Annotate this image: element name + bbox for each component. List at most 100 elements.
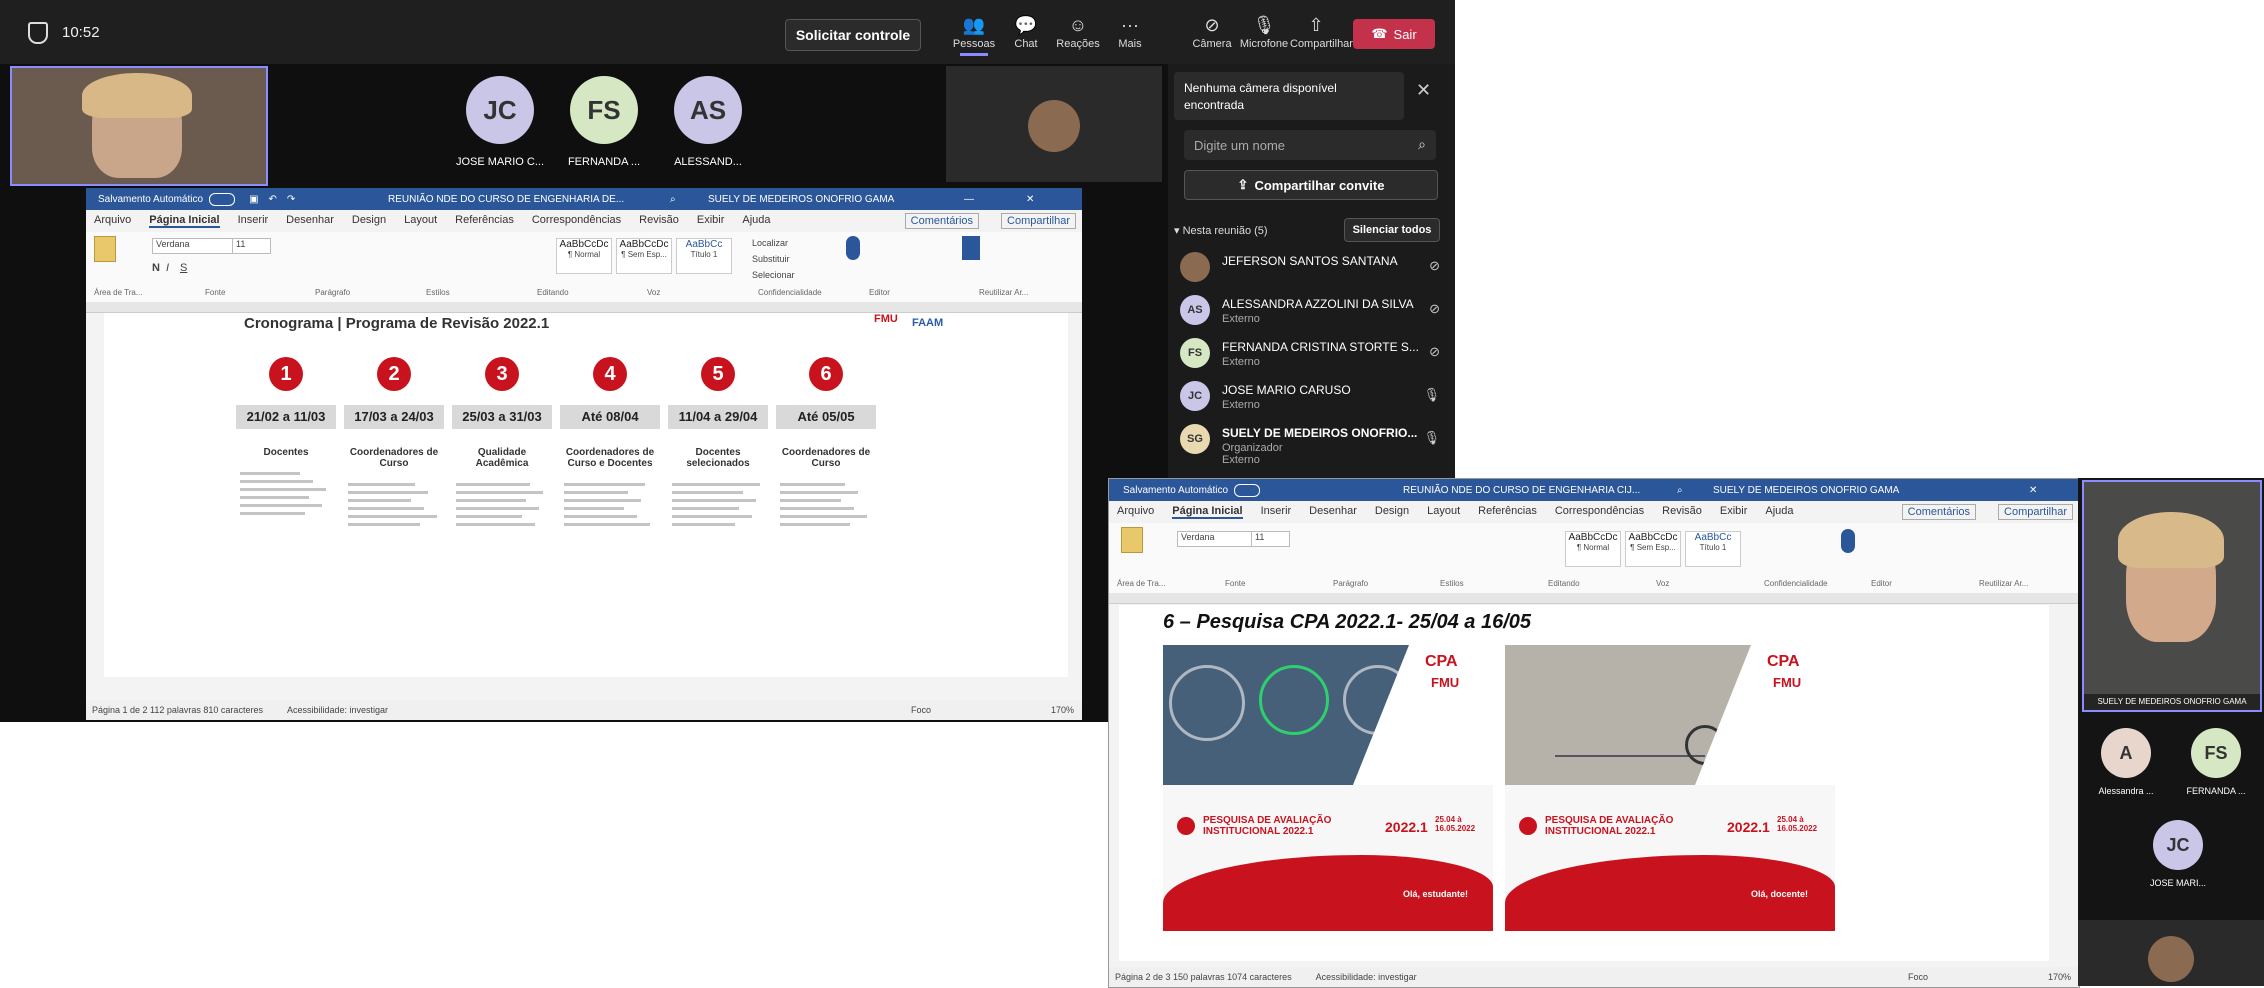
- paste-icon[interactable]: [1121, 527, 1143, 553]
- doc-title[interactable]: REUNIÃO NDE DO CURSO DE ENGENHARIA CIJ..…: [1403, 485, 1640, 496]
- menu-6[interactable]: Referências: [1478, 505, 1537, 519]
- menu-1[interactable]: Página Inicial: [149, 214, 220, 228]
- underline-button[interactable]: S: [180, 262, 187, 274]
- request-control-button[interactable]: Solicitar controle: [785, 19, 921, 51]
- toolbar-reações[interactable]: ☺ Reações: [1052, 12, 1104, 56]
- participant-tile[interactable]: JC JOSE MARIO C...: [450, 76, 550, 168]
- search-icon[interactable]: ⌕: [1677, 485, 1683, 496]
- menu-5[interactable]: Layout: [1427, 505, 1460, 519]
- document-page-1[interactable]: Cronograma | Programa de Revisão 2022.1 …: [104, 313, 1068, 677]
- accessibility-status[interactable]: Acessibilidade: investigar: [287, 705, 388, 715]
- zoom-level[interactable]: 170%: [2048, 972, 2071, 982]
- style-2[interactable]: AaBbCc Título 1: [676, 238, 732, 274]
- share-invite-button[interactable]: ⇪ Compartilhar convite: [1184, 170, 1438, 200]
- participant-tile[interactable]: FS FERNANDA ...: [554, 76, 654, 168]
- menu-8[interactable]: Revisão: [1662, 505, 1702, 519]
- menu-7[interactable]: Correspondências: [1555, 505, 1644, 519]
- in-meeting-header[interactable]: ▾ Nesta reunião (5): [1174, 224, 1268, 237]
- menu-2[interactable]: Inserir: [238, 214, 269, 228]
- menu-10[interactable]: Ajuda: [1765, 505, 1793, 519]
- timeline-step: 3 25/03 a 31/03 Qualidade Acadêmica: [452, 357, 552, 531]
- comments-button[interactable]: Comentários: [904, 213, 980, 229]
- participant-row[interactable]: JEFERSON SANTOS SANTANA ⊘: [1178, 250, 1448, 290]
- zoom-level[interactable]: 170%: [1051, 705, 1074, 715]
- participant-video-tile[interactable]: [946, 66, 1162, 182]
- italic-button[interactable]: I: [166, 262, 169, 274]
- gallery-participant[interactable]: FS FERNANDA ...: [2178, 728, 2254, 796]
- leave-button[interactable]: ☎ Sair: [1353, 19, 1435, 49]
- menu-1[interactable]: Página Inicial: [1172, 505, 1243, 519]
- menu-0[interactable]: Arquivo: [1117, 505, 1154, 519]
- menu-10[interactable]: Ajuda: [742, 214, 770, 228]
- menu-4[interactable]: Design: [352, 214, 386, 228]
- close-window-icon[interactable]: ✕: [2029, 485, 2037, 496]
- toolbar-compartilhar[interactable]: ⇧ Compartilhar: [1290, 12, 1353, 56]
- menu-8[interactable]: Revisão: [639, 214, 679, 228]
- dictate-icon[interactable]: [846, 236, 860, 260]
- font-size-select[interactable]: 11: [1251, 531, 1290, 547]
- fmu-logo: FMU: [1773, 675, 1802, 690]
- minimize-icon[interactable]: —: [964, 194, 974, 205]
- search-icon[interactable]: ⌕: [670, 194, 676, 205]
- focus-button[interactable]: Foco: [911, 705, 931, 715]
- menu-3[interactable]: Desenhar: [1309, 505, 1357, 519]
- toolbar-microfone[interactable]: 🎙 Microfone: [1238, 12, 1290, 56]
- autosave-toggle[interactable]: [1234, 483, 1261, 497]
- accessibility-status[interactable]: Acessibilidade: investigar: [1316, 972, 1417, 982]
- font-select[interactable]: Verdana: [152, 238, 233, 254]
- toolbar-chat[interactable]: 💬 Chat: [1000, 12, 1052, 56]
- menu-9[interactable]: Exibir: [697, 214, 725, 228]
- dictate-icon[interactable]: [1841, 529, 1855, 553]
- document-page-2[interactable]: 6 – Pesquisa CPA 2022.1- 25/04 a 16/05 C…: [1119, 605, 2049, 961]
- menu-2[interactable]: Inserir: [1261, 505, 1292, 519]
- toolbar-câmera[interactable]: ⊘ Câmera: [1186, 12, 1238, 56]
- presenter-video[interactable]: [10, 66, 268, 186]
- undo-icon[interactable]: ↶: [269, 194, 277, 205]
- toolbar-mais[interactable]: ··· Mais: [1104, 12, 1156, 56]
- gallery-participant[interactable]: A Alessandra ...: [2088, 728, 2164, 796]
- editing-0[interactable]: Localizar: [752, 238, 795, 254]
- style-0[interactable]: AaBbCcDc ¶ Normal: [1565, 531, 1621, 567]
- style-1[interactable]: AaBbCcDc ¶ Sem Esp...: [1625, 531, 1681, 567]
- step-details-placeholder: [452, 483, 552, 526]
- style-0[interactable]: AaBbCcDc ¶ Normal: [556, 238, 612, 274]
- close-icon[interactable]: ✕: [1416, 80, 1431, 101]
- menu-9[interactable]: Exibir: [1720, 505, 1748, 519]
- participant-row[interactable]: JC JOSE MARIO CARUSO Externo 🎙: [1178, 379, 1448, 419]
- comments-button[interactable]: Comentários: [1901, 504, 1977, 520]
- style-1[interactable]: AaBbCcDc ¶ Sem Esp...: [616, 238, 672, 274]
- menu-7[interactable]: Correspondências: [532, 214, 621, 228]
- bold-button[interactable]: N: [152, 262, 160, 274]
- editor-icon[interactable]: [962, 236, 980, 260]
- font-size-select[interactable]: 11: [232, 238, 271, 254]
- search-people-input[interactable]: Digite um nome ⌕: [1184, 130, 1436, 160]
- participant-row[interactable]: SG SUELY DE MEDEIROS ONOFRIO... Organizado…: [1178, 422, 1448, 466]
- menu-6[interactable]: Referências: [455, 214, 514, 228]
- paste-icon[interactable]: [94, 236, 116, 262]
- editing-1[interactable]: Substituir: [752, 254, 795, 270]
- editing-2[interactable]: Selecionar: [752, 270, 795, 286]
- share-button[interactable]: Compartilhar: [1998, 504, 2073, 520]
- share-button[interactable]: Compartilhar: [1001, 213, 1076, 229]
- menu-4[interactable]: Design: [1375, 505, 1409, 519]
- focus-button[interactable]: Foco: [1908, 972, 1928, 982]
- save-icon[interactable]: ▣: [249, 194, 258, 205]
- participant-video-tile[interactable]: [2078, 920, 2264, 986]
- timeline-steps: 1 21/02 a 11/03 Docentes 2 17/03 a 24/03 Coor…: [236, 357, 888, 657]
- mute-all-button[interactable]: Silenciar todos: [1344, 218, 1440, 242]
- participant-row[interactable]: FS FERNANDA CRISTINA STORTE S... Externo ⊘: [1178, 336, 1448, 376]
- font-select[interactable]: Verdana: [1177, 531, 1252, 547]
- self-video[interactable]: SUELY DE MEDEIROS ONOFRIO GAMA: [2082, 480, 2262, 712]
- close-window-icon[interactable]: ✕: [1026, 194, 1034, 205]
- doc-title[interactable]: REUNIÃO NDE DO CURSO DE ENGENHARIA DE...: [388, 194, 624, 205]
- participant-tile[interactable]: AS ALESSAND...: [658, 76, 758, 168]
- style-2[interactable]: AaBbCc Título 1: [1685, 531, 1741, 567]
- menu-5[interactable]: Layout: [404, 214, 437, 228]
- redo-icon[interactable]: ↷: [287, 194, 295, 205]
- autosave-toggle[interactable]: [209, 192, 236, 206]
- gallery-participant[interactable]: JC JOSE MARI...: [2140, 820, 2216, 888]
- menu-0[interactable]: Arquivo: [94, 214, 131, 228]
- participant-row[interactable]: AS ALESSANDRA AZZOLINI DA SILVA Externo ⊘: [1178, 293, 1448, 333]
- menu-3[interactable]: Desenhar: [286, 214, 334, 228]
- toolbar-pessoas[interactable]: 👥 Pessoas: [948, 12, 1000, 56]
